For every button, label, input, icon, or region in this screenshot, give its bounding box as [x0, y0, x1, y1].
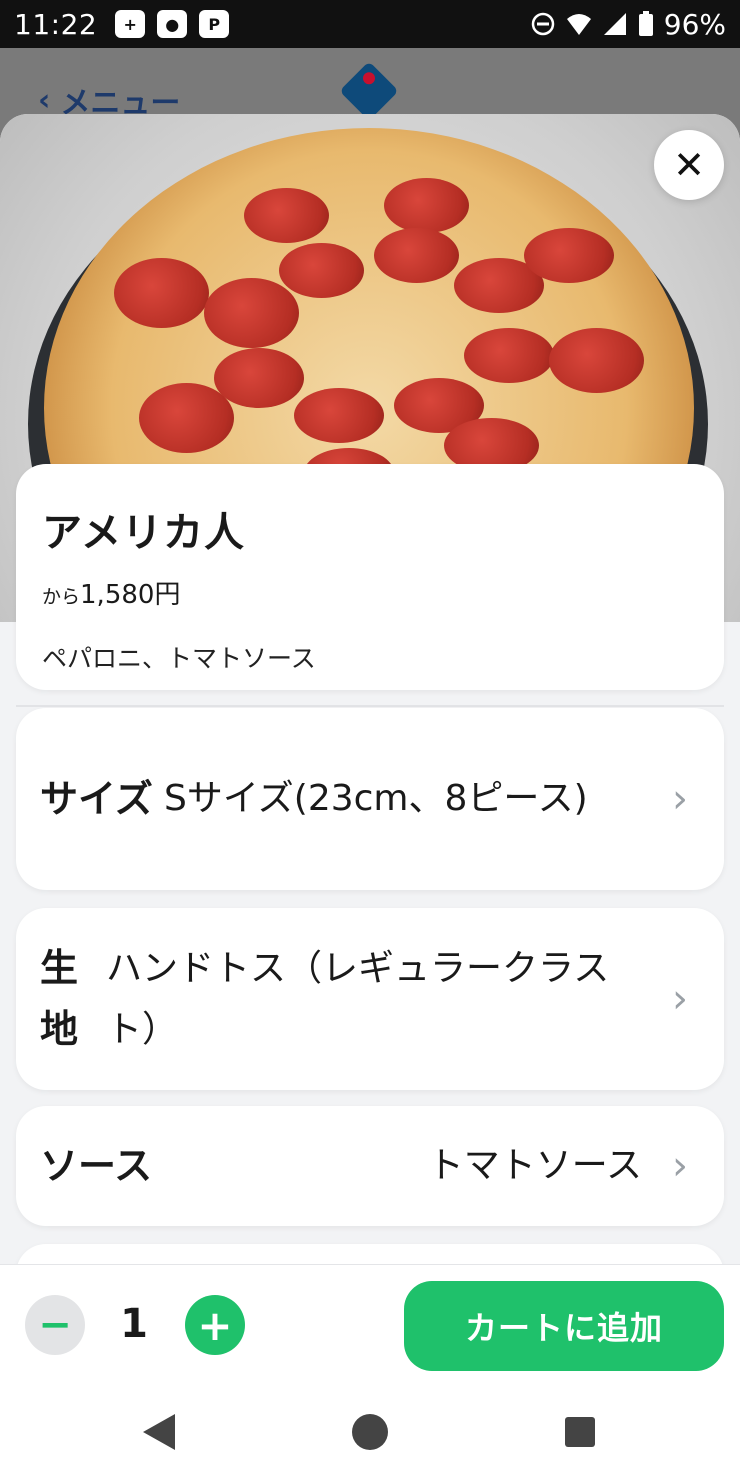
dnd-icon — [531, 12, 555, 36]
close-button[interactable]: ✕ — [654, 130, 724, 200]
option-crust[interactable]: 生地 ハンドトス（レギュラークラスト） › — [16, 908, 724, 1090]
pepperoni — [384, 178, 469, 233]
pepperoni — [139, 383, 234, 453]
option-crust-value: ハンドトス（レギュラークラスト） — [106, 947, 610, 1050]
wifi-icon — [566, 14, 591, 35]
paypay-icon: P — [199, 10, 230, 38]
quantity-value: 1 — [120, 1301, 148, 1347]
option-size[interactable]: サイズ Sサイズ(23cm、8ピース) › — [16, 708, 724, 890]
pepperoni — [464, 328, 554, 383]
option-sauce[interactable]: ソース トマトソース › — [16, 1106, 724, 1226]
chevron-right-icon: › — [672, 976, 688, 1022]
divider — [16, 705, 724, 707]
option-crust-label: 生地 — [40, 946, 79, 1051]
plus-icon: + — [197, 1300, 233, 1350]
pepperoni — [214, 348, 304, 408]
chevron-right-icon: › — [672, 1143, 688, 1189]
price-prefix: から — [42, 586, 81, 608]
pepperoni — [204, 278, 299, 348]
app-notification-icon: ● — [157, 10, 188, 38]
pepperoni — [114, 258, 209, 328]
product-title: アメリカ人 — [42, 510, 245, 556]
quantity-increase-button[interactable]: + — [185, 1295, 245, 1355]
status-bar: 11:22 + ● P 96% — [0, 0, 740, 48]
pepperoni — [549, 328, 644, 393]
quantity-decrease-button[interactable]: − — [25, 1295, 85, 1355]
nav-back-icon[interactable] — [143, 1414, 175, 1450]
signal-icon — [603, 13, 626, 35]
product-info-card: アメリカ人 から1,580円 ペパロニ、トマトソース — [16, 464, 724, 690]
nav-recents-icon[interactable] — [565, 1417, 595, 1447]
minus-icon: − — [38, 1302, 72, 1348]
add-to-cart-button[interactable]: カートに追加 — [404, 1281, 724, 1371]
status-time: 11:22 — [14, 7, 98, 41]
pepperoni — [374, 228, 459, 283]
action-bar: − 1 + カートに追加 — [0, 1264, 740, 1384]
dominos-logo-icon — [339, 61, 399, 121]
notification-icons: + ● P — [115, 10, 230, 38]
price-value: 1,580円 — [80, 580, 181, 610]
chevron-left-icon: ‹ — [38, 82, 51, 118]
pepperoni — [294, 388, 384, 443]
system-nav-bar — [0, 1384, 740, 1480]
option-sauce-label: ソース — [40, 1143, 153, 1188]
pepperoni — [524, 228, 614, 283]
product-description: ペパロニ、トマトソース — [42, 644, 316, 673]
close-icon: ✕ — [673, 143, 705, 187]
product-price: から1,580円 — [42, 574, 698, 611]
add-notification-icon: + — [115, 10, 146, 38]
chevron-right-icon: › — [672, 776, 688, 822]
pepperoni — [279, 243, 364, 298]
pepperoni — [244, 188, 329, 243]
battery-icon — [638, 11, 653, 36]
status-right: 96% — [530, 8, 726, 41]
battery-percent: 96% — [663, 7, 726, 41]
option-size-label: サイズ — [40, 776, 153, 821]
option-sauce-value: トマトソース — [427, 1145, 642, 1187]
option-size-value: Sサイズ(23cm、8ピース) — [164, 778, 588, 820]
nav-home-icon[interactable] — [352, 1414, 388, 1450]
